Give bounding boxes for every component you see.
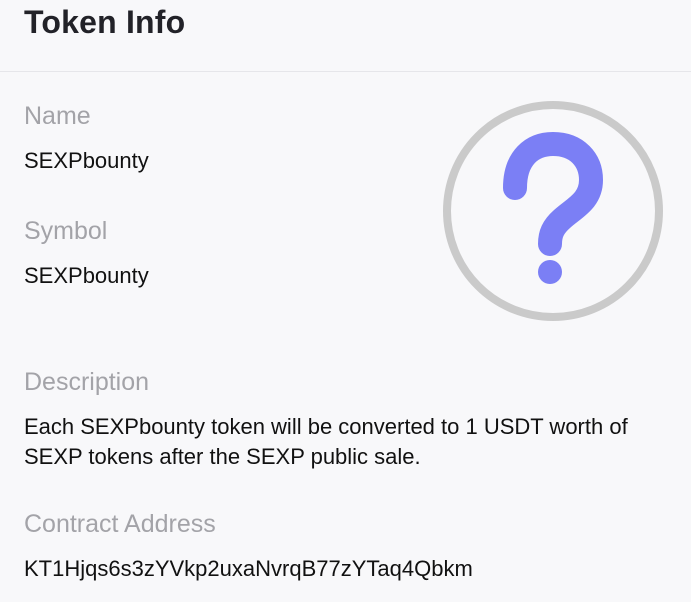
- name-label: Name: [24, 102, 91, 130]
- question-mark-icon: [443, 101, 663, 321]
- page-header: Token Info: [0, 0, 691, 72]
- name-value: SEXPbounty: [24, 148, 149, 173]
- symbol-value: SEXPbounty: [24, 263, 149, 288]
- token-image: [440, 98, 666, 324]
- contract-address-value[interactable]: KT1Hjqs6s3zYVkp2uxaNvrqB77zYTaq4Qbkm: [24, 554, 473, 584]
- description-label: Description: [24, 368, 150, 396]
- description-value: Each SEXPbounty token will be converted …: [24, 414, 628, 469]
- contract-address-label: Contract Address: [24, 510, 216, 538]
- symbol-label: Symbol: [24, 217, 108, 245]
- page-title: Token Info: [24, 4, 186, 40]
